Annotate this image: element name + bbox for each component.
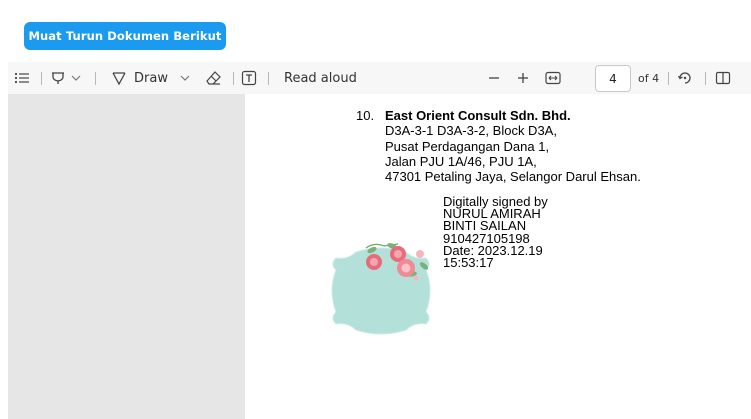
toolbar-divider: [233, 72, 234, 85]
toolbar-divider: [268, 72, 269, 85]
top-bar: Muat Turun Dokumen Berikut: [0, 0, 751, 62]
zoom-out-icon[interactable]: [488, 62, 502, 94]
address-line: D3A-3-1 D3A-3-2, Block D3A,: [385, 123, 557, 139]
pdf-toolbar: Draw Read aloud of 4: [8, 62, 751, 94]
toolbar-divider: [668, 72, 669, 85]
zoom-in-icon[interactable]: [517, 62, 531, 94]
download-document-button[interactable]: Muat Turun Dokumen Berikut: [24, 22, 226, 50]
left-margin: [0, 62, 8, 419]
chevron-down-icon[interactable]: [180, 62, 192, 94]
signature-line: 15:53:17: [443, 255, 494, 271]
company-name: East Orient Consult Sdn. Bhd.: [385, 108, 571, 123]
eraser-icon[interactable]: [206, 62, 224, 94]
toolbar-divider: [95, 72, 96, 85]
fit-width-icon[interactable]: [545, 62, 563, 94]
address-line: Pusat Perdagangan Dana 1,: [385, 138, 550, 154]
toolbar-divider: [705, 72, 706, 85]
two-page-view-icon[interactable]: [715, 62, 733, 94]
contents-icon[interactable]: [14, 62, 34, 94]
signature-seal-image: [326, 240, 436, 340]
address-line: Jalan PJU 1A/46, PJU 1A,: [385, 153, 537, 169]
toolbar-divider: [41, 72, 42, 85]
rotate-icon[interactable]: [677, 62, 695, 94]
item-number: 10.: [356, 108, 375, 123]
text-box-icon[interactable]: [241, 62, 259, 94]
address-line: 47301 Petaling Jaya, Selangor Darul Ehsa…: [385, 169, 641, 185]
page-number-input[interactable]: [595, 65, 631, 92]
chevron-down-icon[interactable]: [71, 62, 83, 94]
read-aloud-button[interactable]: Read aloud: [284, 62, 357, 94]
draw-button[interactable]: Draw: [134, 62, 168, 94]
page-total: of 4: [638, 62, 659, 94]
read-aloud-label: Read aloud: [284, 70, 357, 86]
thumbnail-sidebar: [8, 94, 245, 419]
draw-icon[interactable]: [111, 62, 127, 94]
digital-signature-block: Digitally signed by NURUL AMIRAH BINTI S…: [443, 195, 548, 271]
page-total-label: of 4: [638, 71, 660, 85]
highlight-icon[interactable]: [50, 62, 66, 94]
draw-label: Draw: [134, 70, 168, 86]
